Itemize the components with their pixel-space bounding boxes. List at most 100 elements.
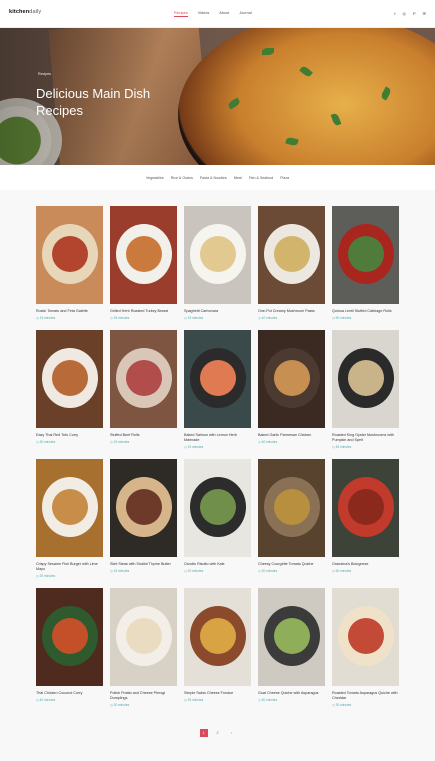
recipe-title[interactable]: Baked Garlic Parmesan Chicken [258,433,325,438]
food-shape [52,489,88,525]
recipe-photo[interactable] [258,330,325,428]
recipe-photo[interactable] [36,206,103,304]
recipe-card[interactable]: Spaghetti Carbonara ◷ 15 minutes [184,206,251,320]
recipe-card[interactable]: Roasted King Oyster Mushrooms with Pumpk… [332,330,399,449]
recipe-title[interactable]: Rustic Tomato and Feta Galette [36,309,103,314]
recipe-photo[interactable] [184,330,251,428]
recipe-title[interactable]: Quinoa Lentil Stuffed Cabbage Rolls [332,309,399,314]
food-shape [274,489,310,525]
category-meat[interactable]: Meat [234,176,242,180]
category-pizza[interactable]: Pizza [280,176,289,180]
brand-rest: daily [29,9,42,15]
recipe-time: ◷ 30 minutes [36,440,103,444]
recipe-card[interactable]: Baked Salmon with Lemon Herb Marinade ◷ 1… [184,330,251,449]
recipe-time: ◷ 60 minutes [258,440,325,444]
recipe-card[interactable]: Rustic Tomato and Feta Galette ◷ 15 minut… [36,206,103,320]
recipe-time: ◷ 15 minutes [184,445,251,449]
recipe-card[interactable]: Goat Cheese Quiche with Asparagus ◷ 50 mi… [258,588,325,702]
recipe-photo[interactable] [258,588,325,686]
recipe-title[interactable]: Easy Thai Red Tofu Curry [36,433,103,438]
recipe-title[interactable]: Crispy Sesame Fish Burger with Lime Mayo [36,562,103,572]
recipe-time: ◷ 60 minutes [332,316,399,320]
page-1[interactable]: 1 [199,729,208,737]
recipe-photo[interactable] [36,330,103,428]
category-rice-grains[interactable]: Rice & Grains [171,176,193,180]
recipe-time: ◷ 40 minutes [36,698,103,702]
recipe-title[interactable]: Thai Chicken Coconut Curry [36,691,103,696]
menu-item-recipes[interactable]: Recipes [174,11,188,17]
recipe-title[interactable]: Stuffed Beef Rolls [110,433,177,438]
recipe-card[interactable]: One-Pot Creamy Mushroom Pasta ◷ 40 minute… [258,206,325,320]
recipe-photo[interactable] [110,330,177,428]
food-shape [52,236,88,272]
facebook-icon[interactable]: f [394,11,395,16]
category-fish-seafood[interactable]: Fish & Seafood [249,176,274,180]
page-2[interactable]: 2 [214,729,222,737]
recipe-card[interactable]: Polish Potato and Cheese Pierogi Dumplin… [110,588,177,707]
site-logo[interactable]: kitchendaily [9,9,41,15]
recipe-photo[interactable] [110,588,177,686]
recipe-title[interactable]: Grandma's Bolognese [332,562,399,567]
recipe-time-label: 35 minutes [113,316,130,320]
pagination: 1 2 › [0,729,435,737]
recipe-title[interactable]: Orzotto Risotto with Kale [184,562,251,567]
recipe-card[interactable]: Orzotto Risotto with Kale ◷ 20 minutes [184,459,251,573]
recipe-title[interactable]: Goat Cheese Quiche with Asparagus [258,691,325,696]
recipe-title[interactable]: Roasted King Oyster Mushrooms with Pumpk… [332,433,399,443]
recipe-time: ◷ 15 minutes [110,440,177,444]
breadcrumb[interactable]: Recipes [38,72,51,76]
recipe-card[interactable]: Thai Chicken Coconut Curry ◷ 40 minutes [36,588,103,702]
recipe-card[interactable]: Roasted Tomato Asparagus Quiche with Che… [332,588,399,707]
recipe-photo[interactable] [184,588,251,686]
recipe-card[interactable]: Grilled Herb Roasted Turkey Breast ◷ 35 m… [110,206,177,320]
recipe-title[interactable]: Baked Salmon with Lemon Herb Marinade [184,433,251,443]
recipe-photo[interactable] [184,459,251,557]
page-title: Delicious Main Dish Recipes [36,86,151,118]
category-pasta-noodles[interactable]: Pasta & Noodles [200,176,227,180]
menu-item-about[interactable]: About [219,11,229,17]
recipe-card[interactable]: Simple Swiss Cheese Fondue ◷ 25 minutes [184,588,251,702]
menu-item-videos[interactable]: Videos [198,11,210,17]
recipe-title[interactable]: Skirt Steak with Shallot Thyme Butter [110,562,177,567]
recipe-card[interactable]: Grandma's Bolognese ◷ 60 minutes [332,459,399,573]
recipe-photo[interactable] [332,459,399,557]
basil-leaf [262,48,274,55]
recipe-photo[interactable] [184,206,251,304]
category-vegetables[interactable]: Vegetables [146,176,164,180]
recipe-time-label: 15 minutes [187,445,204,449]
next-page-icon[interactable]: › [228,729,236,737]
social-links: f ◎ P ✉ [394,11,426,16]
recipe-card[interactable]: Stuffed Beef Rolls ◷ 15 minutes [110,330,177,444]
recipe-photo[interactable] [36,588,103,686]
food-shape [126,360,162,396]
recipe-card[interactable]: Baked Garlic Parmesan Chicken ◷ 60 minute… [258,330,325,444]
email-icon[interactable]: ✉ [423,11,426,16]
recipe-photo[interactable] [110,206,177,304]
recipe-photo[interactable] [332,330,399,428]
recipe-title[interactable]: Polish Potato and Cheese Pierogi Dumplin… [110,691,177,701]
recipe-title[interactable]: Roasted Tomato Asparagus Quiche with Che… [332,691,399,701]
recipe-title[interactable]: Grilled Herb Roasted Turkey Breast [110,309,177,314]
recipe-title[interactable]: One-Pot Creamy Mushroom Pasta [258,309,325,314]
recipe-card[interactable]: Cheesy Courgette Tomato Quiche ◷ 30 minut… [258,459,325,573]
pinterest-icon[interactable]: P [413,11,416,16]
recipe-photo[interactable] [258,459,325,557]
recipe-time-label: 30 minutes [261,569,278,573]
recipe-card[interactable]: Quinoa Lentil Stuffed Cabbage Rolls ◷ 60 … [332,206,399,320]
recipe-photo[interactable] [110,459,177,557]
food-shape [126,236,162,272]
recipe-title[interactable]: Spaghetti Carbonara [184,309,251,314]
food-shape [348,236,384,272]
recipe-photo[interactable] [36,459,103,557]
recipe-photo[interactable] [258,206,325,304]
recipe-title[interactable]: Cheesy Courgette Tomato Quiche [258,562,325,567]
recipe-photo[interactable] [332,588,399,686]
menu-item-journal[interactable]: Journal [239,11,251,17]
recipe-card[interactable]: Easy Thai Red Tofu Curry ◷ 30 minutes [36,330,103,444]
recipe-card[interactable]: Crispy Sesame Fish Burger with Lime Mayo… [36,459,103,578]
recipe-photo[interactable] [332,206,399,304]
recipe-time-label: 15 minutes [187,316,204,320]
recipe-card[interactable]: Skirt Steak with Shallot Thyme Butter ◷ 1… [110,459,177,573]
instagram-icon[interactable]: ◎ [402,11,406,16]
recipe-title[interactable]: Simple Swiss Cheese Fondue [184,691,251,696]
